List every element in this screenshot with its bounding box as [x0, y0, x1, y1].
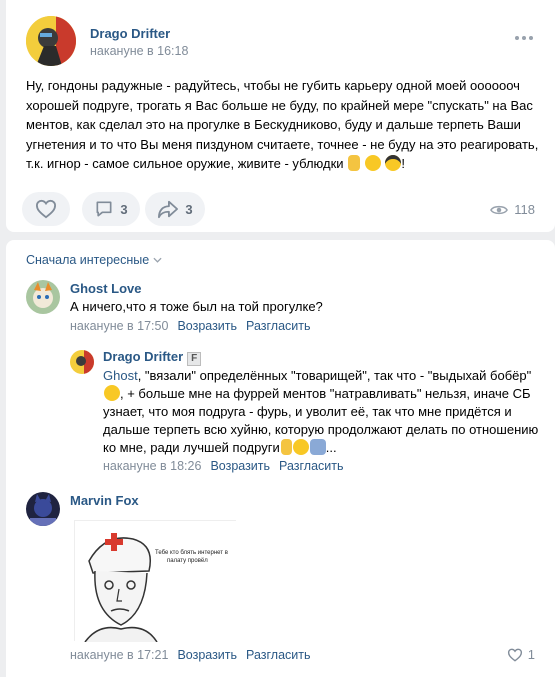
reply-author-row: Drago Drifter F — [103, 349, 202, 366]
marvin-fox-avatar[interactable] — [26, 492, 60, 526]
post-text: Ну, гондоны радужные - радуйтесь, чтобы … — [26, 76, 541, 174]
comment-timestamp[interactable]: накануне в 17:21 — [70, 648, 168, 662]
post-timestamp[interactable]: накануне в 16:18 — [90, 44, 188, 58]
comment-author[interactable]: Ghost Love — [70, 281, 142, 296]
person-bowing-emoji-icon — [309, 439, 326, 455]
views-counter: 118 — [490, 202, 535, 217]
comment-author[interactable]: Drago Drifter — [103, 349, 183, 364]
comment-meta: накануне в 17:21 Возразить Разгласить — [70, 648, 311, 662]
comment-text: Ghost, "вязали" определённых "товарищей"… — [103, 367, 543, 457]
comment-text-part-a: , "вязали" определённых "товарищей", так… — [137, 368, 532, 383]
point-up-emoji-icon — [348, 155, 361, 171]
disagree-button[interactable]: Разгласить — [246, 319, 310, 333]
share-button[interactable]: 3 — [145, 192, 205, 226]
chevron-down-icon — [153, 257, 162, 263]
grin-emoji-icon — [364, 155, 381, 171]
comment-button[interactable]: 3 — [82, 192, 140, 226]
comment-icon — [96, 201, 112, 217]
post-author-name[interactable]: Drago Drifter — [90, 26, 170, 41]
point-up-emoji-icon — [280, 439, 292, 455]
ghost-love-avatar[interactable] — [26, 280, 60, 314]
post-body-end: ! — [401, 156, 406, 171]
post-author-avatar[interactable] — [26, 16, 76, 66]
meme-caption-line-1: Тебе кто блять интернет в — [155, 550, 228, 556]
comment-meta: накануне в 17:50 Возразить Разгласить — [70, 319, 311, 333]
post-body: Ну, гондоны радужные - радуйтесь, чтобы … — [26, 78, 539, 171]
views-count: 118 — [514, 202, 535, 217]
grin-emoji-icon — [104, 385, 120, 401]
comment-text: А ничего,что я тоже был на той прогулке? — [70, 299, 323, 314]
like-icon — [35, 199, 57, 219]
meme-image[interactable]: Тебе кто блять интернет в палату провёл — [74, 520, 237, 643]
comment-count: 3 — [120, 201, 128, 217]
share-count: 3 — [185, 201, 193, 217]
comment-like-button[interactable]: 1 — [507, 647, 535, 662]
sunglasses-emoji-icon — [385, 155, 402, 171]
like-button[interactable] — [22, 192, 70, 226]
comment-timestamp[interactable]: накануне в 18:26 — [103, 459, 201, 473]
disagree-button[interactable]: Разгласить — [246, 648, 310, 662]
more-icon[interactable] — [515, 36, 533, 40]
share-icon — [158, 200, 179, 219]
eye-icon — [490, 205, 509, 214]
sort-label: Сначала интересные — [26, 253, 150, 267]
comments-card: Сначала интересные Ghost Love А ничего,ч… — [6, 240, 555, 677]
comment-author[interactable]: Marvin Fox — [70, 493, 139, 508]
mention-link[interactable]: Ghost — [103, 368, 138, 383]
comments-sort-dropdown[interactable]: Сначала интересные — [26, 253, 162, 267]
disagree-button[interactable]: Разгласить — [279, 459, 343, 473]
reply-button[interactable]: Возразить — [177, 319, 237, 333]
flag-badge: F — [187, 352, 202, 366]
confused-emoji-icon — [292, 439, 309, 455]
reply-button[interactable]: Возразить — [177, 648, 237, 662]
comment-like-count: 1 — [527, 647, 535, 662]
reply-button[interactable]: Возразить — [210, 459, 270, 473]
comment-meta: накануне в 18:26 Возразить Разгласить — [103, 459, 344, 473]
drago-drifter-avatar[interactable] — [70, 350, 94, 374]
nurse-meme-illustration: Тебе кто блять интернет в палату провёл — [75, 521, 237, 643]
meme-caption-line-2: палату провёл — [167, 558, 208, 564]
comment-timestamp[interactable]: накануне в 17:50 — [70, 319, 168, 333]
post-card: Drago Drifter накануне в 16:18 Ну, гондо… — [6, 0, 555, 232]
comment-text-end: ... — [325, 440, 337, 455]
heart-icon — [507, 648, 522, 662]
